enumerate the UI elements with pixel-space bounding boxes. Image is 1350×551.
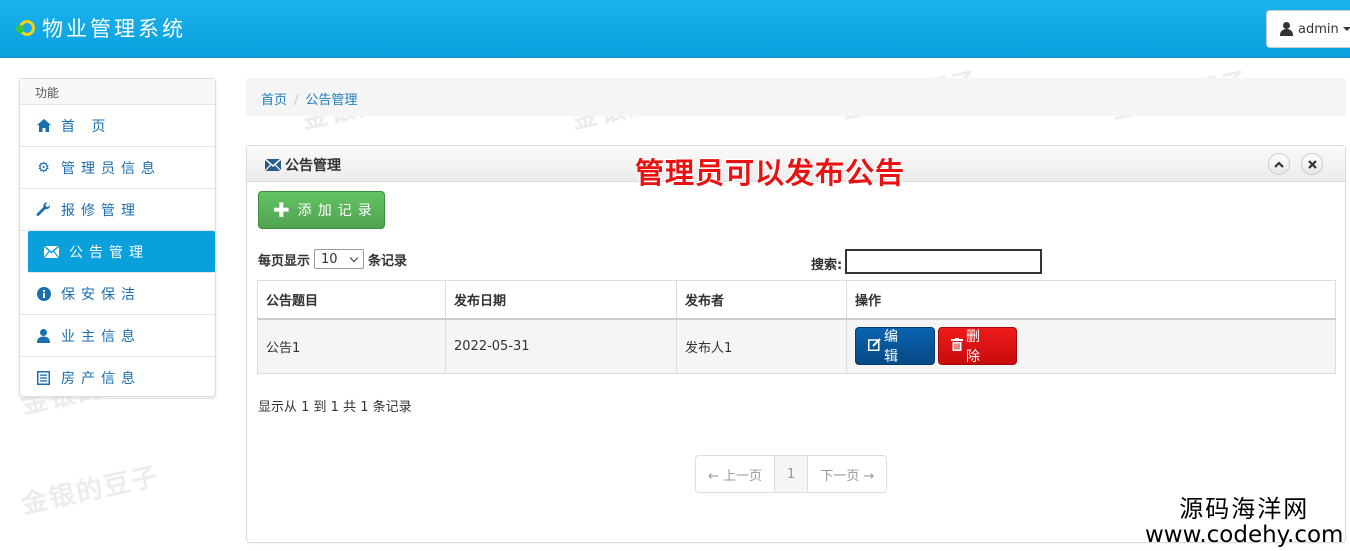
delete-label: 删 除	[966, 329, 984, 366]
app-title: 物业管理系统	[42, 17, 186, 41]
search-label: 搜索:	[811, 258, 843, 273]
page-length-control: 每页显示 10 条记录	[258, 249, 407, 269]
chevron-down-icon	[349, 253, 359, 262]
breadcrumb: 首页 / 公告管理	[246, 78, 1346, 116]
table-info: 显示从 1 到 1 共 1 条记录	[258, 400, 412, 415]
column-header-publisher[interactable]: 发布者	[676, 280, 847, 320]
sidebar-item-home[interactable]: 首 页	[20, 105, 215, 147]
close-button[interactable]	[1301, 153, 1323, 175]
sidebar-item-label: 首 页	[61, 118, 112, 135]
chevron-up-icon	[1274, 160, 1284, 168]
close-icon	[1307, 159, 1317, 169]
panel-title: 公告管理	[265, 155, 341, 175]
logo-icon	[16, 18, 36, 38]
page-length-value: 10	[321, 251, 338, 267]
breadcrumb-current[interactable]: 公告管理	[305, 93, 357, 108]
add-record-label: 添加记录	[297, 203, 378, 219]
sidebar-heading: 功能	[20, 79, 215, 105]
edit-label: 编 辑	[884, 329, 902, 366]
edit-button[interactable]: 编 辑	[855, 327, 935, 366]
app-brand[interactable]: 物业管理系统	[16, 14, 186, 42]
table-header-row: 公告题目 发布日期 发布者 操作	[257, 280, 1336, 320]
column-header-date[interactable]: 发布日期	[445, 280, 677, 320]
sidebar-item-repair[interactable]: 报修管理	[20, 189, 215, 231]
annotation-text: 管理员可以发布公告	[635, 156, 906, 190]
sidebar-item-property-info[interactable]: 房产信息	[20, 357, 215, 399]
caret-down-icon	[1342, 27, 1350, 31]
trash-icon	[951, 337, 963, 355]
page-number-button[interactable]: 1	[775, 456, 809, 492]
breadcrumb-home-link[interactable]: 首页	[261, 93, 287, 108]
info-icon	[35, 286, 52, 302]
prev-page-button[interactable]: ← 上一页	[696, 456, 776, 492]
user-name: admin	[1298, 21, 1339, 37]
panel-title-text: 公告管理	[285, 158, 341, 174]
sidebar-item-announcements[interactable]: 公告管理	[28, 231, 215, 273]
delete-button[interactable]: 删 除	[938, 327, 1017, 366]
sidebar-item-owner-info[interactable]: 业主信息	[20, 315, 215, 357]
cell-date: 2022-05-31	[445, 318, 677, 374]
search-input[interactable]	[845, 249, 1042, 274]
pagination: ← 上一页 1 下一页 →	[695, 455, 888, 493]
sidebar-item-label: 房产信息	[61, 370, 141, 387]
edit-icon	[868, 338, 881, 355]
user-icon	[1280, 22, 1293, 36]
panel-header: 公告管理 管理员可以发布公告	[247, 146, 1345, 190]
table-row: 公告1 2022-05-31 发布人1 编 辑 删 除	[257, 318, 1336, 374]
sidebar-item-label: 保安保洁	[61, 286, 141, 303]
sidebar-item-admin-info[interactable]: ⚙ 管理员信息	[20, 147, 215, 189]
envelope-icon	[43, 244, 60, 260]
sidebar: 功能 首 页 ⚙ 管理员信息 报修管理 公告管理 保安保洁 业主信息 房产信息	[19, 78, 216, 399]
envelope-icon	[265, 159, 281, 171]
sidebar-item-label: 业主信息	[61, 328, 141, 345]
top-navbar: 物业管理系统 admin	[0, 0, 1350, 58]
user-menu-button[interactable]: admin	[1266, 10, 1350, 48]
gear-icon: ⚙	[37, 159, 50, 176]
collapse-button[interactable]	[1268, 153, 1290, 175]
page-length-select[interactable]: 10	[314, 249, 365, 269]
sidebar-item-label: 报修管理	[61, 202, 141, 219]
cell-actions: 编 辑 删 除	[846, 318, 1336, 374]
watermark: 金银的豆子	[18, 461, 163, 521]
sidebar-item-label: 公告管理	[69, 244, 149, 261]
user-icon	[35, 328, 52, 344]
cell-publisher: 发布人1	[676, 318, 847, 374]
wrench-icon	[35, 202, 52, 218]
plus-icon: ✚	[273, 198, 290, 222]
sidebar-item-security-cleaning[interactable]: 保安保洁	[20, 273, 215, 315]
column-header-actions: 操作	[846, 280, 1336, 320]
next-page-button[interactable]: 下一页 →	[808, 456, 886, 492]
list-icon	[35, 370, 52, 386]
announcement-panel: 公告管理 管理员可以发布公告 ✚ 添加记录 每页显示 10 条记录 搜索: 公告…	[246, 145, 1346, 543]
source-watermark-line2: www.codehy.com	[1145, 522, 1344, 548]
page-length-suffix: 条记录	[368, 253, 408, 269]
breadcrumb-separator: /	[294, 93, 299, 108]
source-watermark-line1: 源码海洋网	[1179, 495, 1310, 523]
source-watermark: 源码海洋网 www.codehy.com	[1145, 496, 1343, 548]
cell-title: 公告1	[257, 318, 446, 374]
announcement-table: 公告题目 发布日期 发布者 操作 公告1 2022-05-31 发布人1 编 辑	[257, 280, 1336, 374]
add-record-button[interactable]: ✚ 添加记录	[258, 191, 385, 229]
column-header-title[interactable]: 公告题目	[257, 280, 446, 320]
home-icon	[35, 118, 52, 134]
page-length-prefix: 每页显示	[258, 253, 311, 269]
sidebar-item-label: 管理员信息	[61, 160, 161, 177]
